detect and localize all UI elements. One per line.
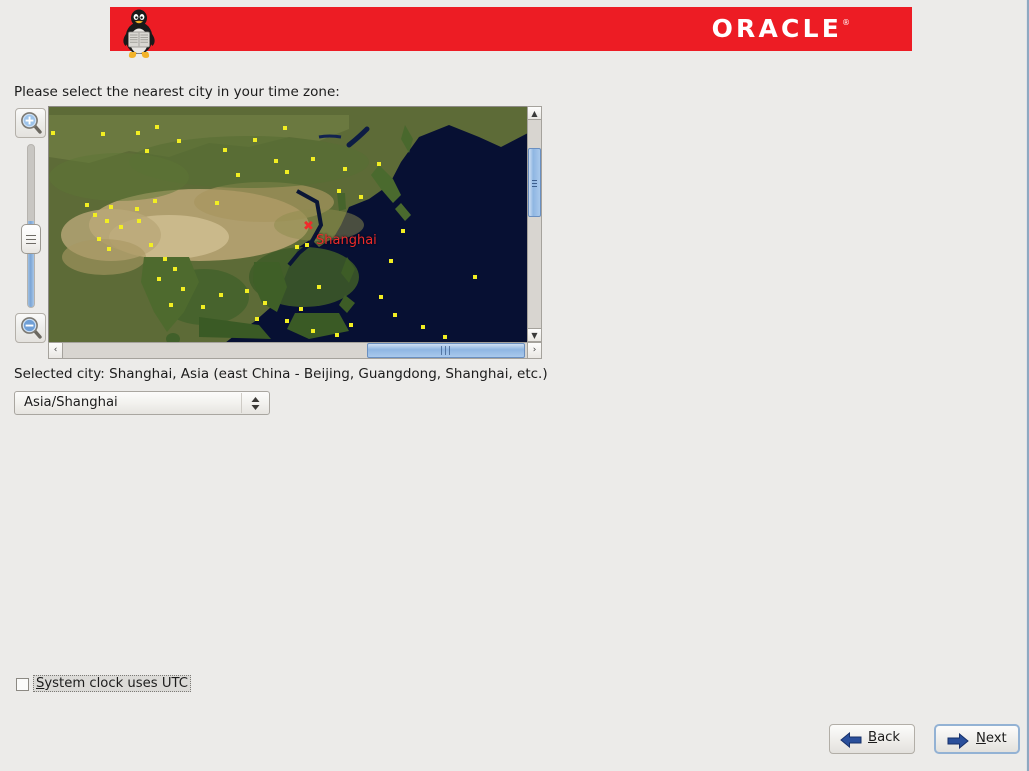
next-mnemonic-letter: N [976, 731, 986, 746]
selected-city-marker-icon: ✖ [303, 219, 314, 234]
map-zoom-controls [14, 106, 48, 353]
back-button-label: Back [868, 730, 900, 745]
map-zoom-slider-thumb[interactable] [21, 224, 41, 254]
timezone-map-widget[interactable]: ✖ Shanghai ▲ ▼ ‹ ||| › [14, 106, 542, 360]
satellite-map-image [49, 107, 527, 342]
zoom-out-button[interactable] [15, 313, 46, 343]
zoom-out-magnifier-icon [21, 317, 42, 339]
map-horizontal-scrollbar[interactable]: ‹ ||| › [48, 342, 542, 359]
timezone-select-value: Asia/Shanghai [24, 395, 118, 410]
chevron-updown-icon [251, 397, 260, 410]
back-label-suffix: ack [877, 730, 901, 745]
arrow-left-icon [840, 732, 862, 748]
registered-trademark-mark: ® [842, 18, 850, 27]
scroll-up-arrow-icon[interactable]: ▲ [528, 107, 541, 120]
next-button-label: Next [976, 731, 1007, 746]
zoom-in-button[interactable] [15, 108, 46, 138]
timezone-select-separator [241, 393, 242, 413]
system-clock-utc-label[interactable]: System clock uses UTC [33, 675, 191, 692]
arrow-right-icon [947, 733, 969, 749]
scroll-right-arrow-icon[interactable]: › [527, 343, 541, 358]
tux-penguin-icon [123, 9, 155, 58]
map-vertical-scroll-thumb[interactable] [528, 148, 541, 217]
back-button[interactable]: Back [829, 724, 915, 754]
scroll-left-arrow-icon[interactable]: ‹ [49, 343, 63, 358]
oracle-wordmark: ORACLE [711, 14, 842, 43]
utc-label-rest: ystem clock uses UTC [44, 676, 188, 691]
oracle-banner: ORACLE ® [110, 7, 912, 51]
selected-city-map-label: Shanghai [316, 233, 377, 248]
next-label-suffix: ext [985, 731, 1007, 746]
scroll-down-arrow-icon[interactable]: ▼ [528, 328, 541, 341]
timezone-select[interactable]: Asia/Shanghai [14, 391, 270, 415]
next-button[interactable]: Next [934, 724, 1020, 754]
map-vertical-scrollbar[interactable]: ▲ ▼ [527, 106, 542, 342]
map-viewport[interactable]: ✖ Shanghai [48, 106, 527, 342]
map-horizontal-scroll-thumb[interactable]: ||| [367, 343, 525, 358]
page-title: Please select the nearest city in your t… [14, 84, 340, 100]
zoom-in-magnifier-icon [21, 112, 42, 134]
back-mnemonic-letter: B [868, 730, 878, 745]
selected-city-text: Selected city: Shanghai, Asia (east Chin… [14, 366, 548, 382]
system-clock-utc-checkbox[interactable] [16, 678, 29, 691]
